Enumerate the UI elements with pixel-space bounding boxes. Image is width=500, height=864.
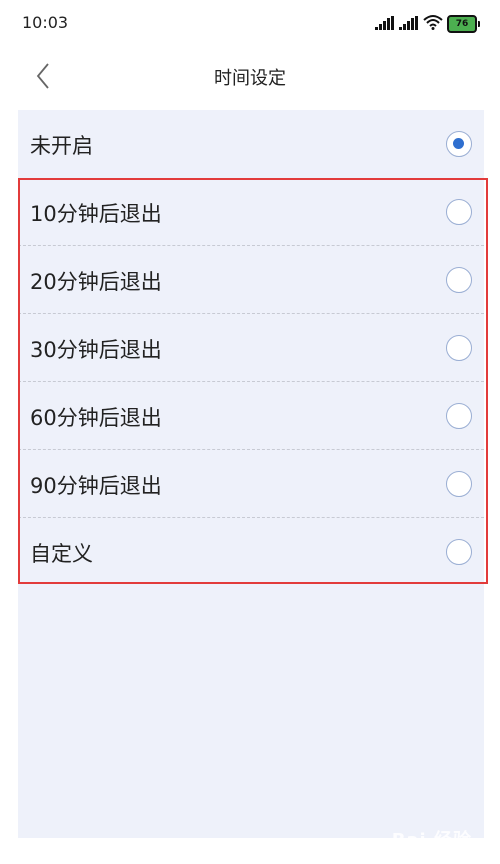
status-bar: 10:03 76 xyxy=(0,0,500,50)
option-60min[interactable]: 60分钟后退出 xyxy=(18,382,484,450)
option-off[interactable]: 未开启 xyxy=(18,110,484,178)
status-icons: 76 xyxy=(375,14,480,34)
option-30min[interactable]: 30分钟后退出 xyxy=(18,314,484,382)
option-label: 90分钟后退出 xyxy=(30,474,162,498)
option-label: 10分钟后退出 xyxy=(30,202,162,226)
status-time: 10:03 xyxy=(22,13,69,32)
option-label: 30分钟后退出 xyxy=(30,338,162,362)
watermark: Bai 经验 xyxy=(391,830,472,851)
page-title: 时间设定 xyxy=(214,68,286,89)
battery-level: 76 xyxy=(447,15,477,33)
option-label: 20分钟后退出 xyxy=(30,270,162,294)
options-panel: 未开启 10分钟后退出 20分钟后退出 30分钟后退出 60分钟后退出 90分钟… xyxy=(18,110,484,838)
option-90min[interactable]: 90分钟后退出 xyxy=(18,450,484,518)
option-10min[interactable]: 10分钟后退出 xyxy=(18,178,484,246)
option-custom[interactable]: 自定义 xyxy=(18,518,484,586)
option-label: 自定义 xyxy=(30,542,93,566)
option-20min[interactable]: 20分钟后退出 xyxy=(18,246,484,314)
battery-icon: 76 xyxy=(447,15,480,33)
radio-button[interactable] xyxy=(446,335,472,361)
nav-bar: 时间设定 xyxy=(0,50,500,105)
radio-button[interactable] xyxy=(446,199,472,225)
wifi-icon xyxy=(423,14,443,34)
radio-button[interactable] xyxy=(446,471,472,497)
radio-button[interactable] xyxy=(446,403,472,429)
radio-button[interactable] xyxy=(446,131,472,157)
radio-button[interactable] xyxy=(446,267,472,293)
signal-icon xyxy=(375,15,395,34)
option-label: 未开启 xyxy=(30,134,93,158)
option-label: 60分钟后退出 xyxy=(30,406,162,430)
signal-icon xyxy=(399,15,419,34)
radio-button[interactable] xyxy=(446,539,472,565)
